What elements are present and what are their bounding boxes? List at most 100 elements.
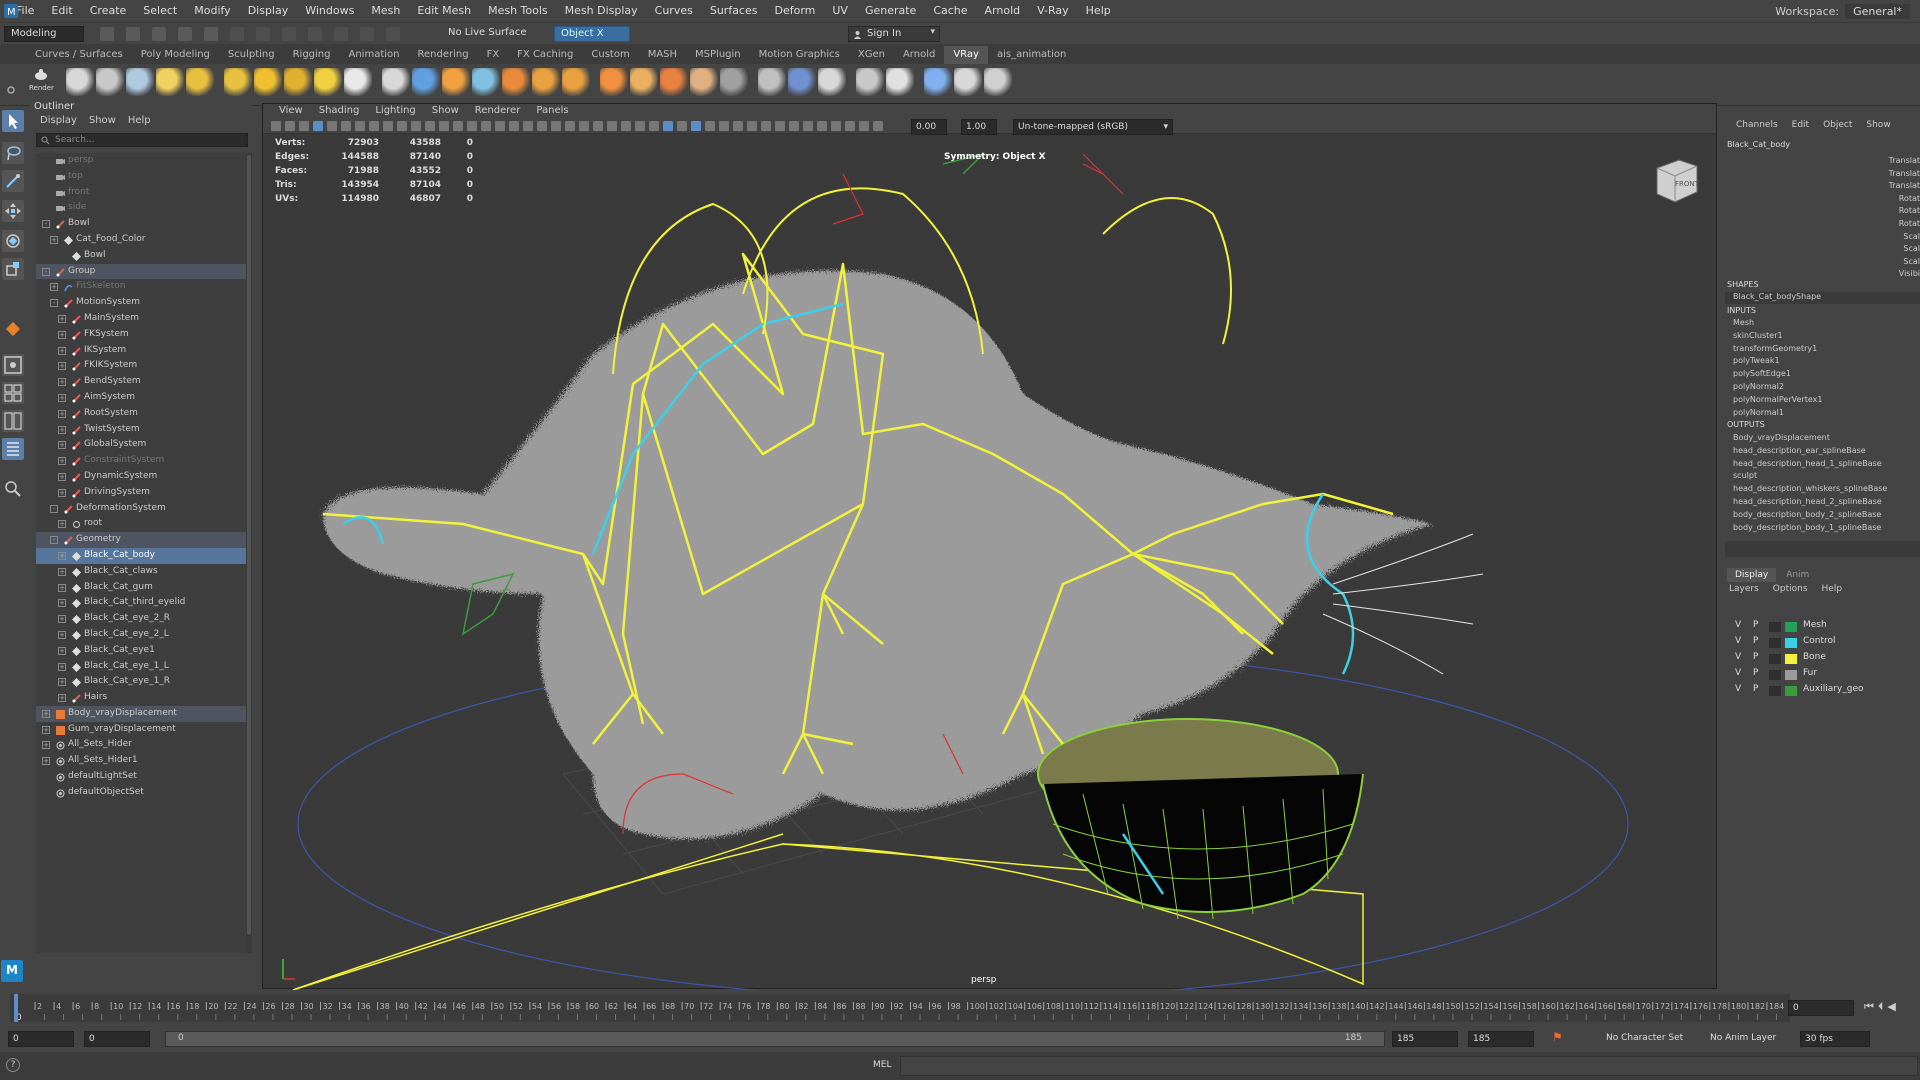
expand-icon[interactable]: + xyxy=(58,646,66,655)
step-back-icon[interactable]: ⏴ xyxy=(1878,1000,1884,1014)
viewport-tool-7-icon[interactable] xyxy=(369,121,379,131)
outliner-row-all-sets-hider1[interactable]: + All_Sets_Hider1 xyxy=(36,753,246,769)
expand-icon[interactable]: + xyxy=(58,362,66,371)
menu-surfaces[interactable]: Surfaces xyxy=(702,0,766,22)
input-node[interactable]: skinCluster1 xyxy=(1733,331,1783,340)
new-scene-icon[interactable] xyxy=(100,27,114,41)
channel-attr-label[interactable]: Scal xyxy=(1903,244,1920,253)
menu-v-ray[interactable]: V-Ray xyxy=(1029,0,1077,22)
output-node[interactable]: head_description_ear_splineBase xyxy=(1733,446,1866,455)
viewport-tool-33-icon[interactable] xyxy=(733,121,743,131)
viewport-tool-43-icon[interactable] xyxy=(873,121,883,131)
outliner-row-globalsystem[interactable]: + GlobalSystem xyxy=(36,437,246,453)
layer-playback-toggle[interactable]: P xyxy=(1753,668,1758,678)
vray-lightmix-icon[interactable] xyxy=(788,68,816,96)
outliner-row-root[interactable]: + root xyxy=(36,516,246,532)
output-node[interactable]: head_description_head_1_splineBase xyxy=(1733,459,1882,468)
outliner-row-hairs[interactable]: + Hairs xyxy=(36,690,246,706)
channel-attr-label[interactable]: Translat xyxy=(1889,156,1920,165)
viewport-menu-show[interactable]: Show xyxy=(424,104,467,118)
expand-icon[interactable]: + xyxy=(58,488,66,497)
viewport-tool-36-icon[interactable] xyxy=(775,121,785,131)
gamma-field[interactable]: 1.00 xyxy=(961,119,997,135)
menu-mesh-tools[interactable]: Mesh Tools xyxy=(480,0,556,22)
menu-help[interactable]: Help xyxy=(1078,0,1119,22)
expand-icon[interactable]: + xyxy=(58,425,66,434)
viewport-tool-17-icon[interactable] xyxy=(509,121,519,131)
layer-menu-help[interactable]: Help xyxy=(1822,584,1843,594)
select-object-icon[interactable] xyxy=(256,27,270,41)
outliner-row-persp[interactable]: persp xyxy=(36,153,246,169)
vray-chaos-icon[interactable] xyxy=(984,68,1012,96)
expand-icon[interactable]: + xyxy=(50,283,58,292)
expand-icon[interactable]: + xyxy=(58,678,66,687)
layer-color-swatch[interactable] xyxy=(1785,686,1797,696)
current-frame-field[interactable]: 0 xyxy=(1788,1000,1854,1016)
shelf-tab-poly-modeling[interactable]: Poly Modeling xyxy=(132,46,219,64)
light-sphere-icon[interactable] xyxy=(224,68,252,96)
viewport-tool-6-icon[interactable] xyxy=(355,121,365,131)
shelf-tab-curves-surfaces[interactable]: Curves / Surfaces xyxy=(26,46,132,64)
viewport-tool-5-icon[interactable] xyxy=(341,121,351,131)
outliner-row-geometry[interactable]: - Geometry xyxy=(36,532,246,548)
vray-scene-icon[interactable] xyxy=(412,68,440,96)
expand-icon[interactable]: + xyxy=(58,393,66,402)
vray-volume-icon[interactable] xyxy=(600,68,628,96)
input-node[interactable]: polyNormal2 xyxy=(1733,382,1784,391)
collapse-icon[interactable]: - xyxy=(50,299,58,308)
outliner-scroll-thumb[interactable] xyxy=(247,155,251,935)
layer-playback-toggle[interactable]: P xyxy=(1753,636,1758,646)
outliner-row-side[interactable]: side xyxy=(36,200,246,216)
viewport-tool-12-icon[interactable] xyxy=(439,121,449,131)
menu-edit-mesh[interactable]: Edit Mesh xyxy=(409,0,479,22)
last-tool-button[interactable] xyxy=(2,318,24,340)
fps-select[interactable]: 30 fps xyxy=(1800,1031,1870,1047)
sign-in-button[interactable]: Sign In ▾ xyxy=(848,26,940,42)
outliner-row-black-cat-eye-1-r[interactable]: + Black_Cat_eye_1_R xyxy=(36,674,246,690)
viewport-tool-19-icon[interactable] xyxy=(537,121,547,131)
input-node[interactable]: polyTweak1 xyxy=(1733,356,1780,365)
viewport-tool-13-icon[interactable] xyxy=(453,121,463,131)
vray-displace-icon[interactable] xyxy=(502,68,530,96)
light-ies-icon[interactable] xyxy=(284,68,312,96)
shelf-tab-rigging[interactable]: Rigging xyxy=(284,46,340,64)
layer-row-control[interactable]: V P Control xyxy=(1725,636,1915,650)
go-to-start-icon[interactable]: ⏮ xyxy=(1864,1000,1874,1014)
layer-color-swatch[interactable] xyxy=(1785,622,1797,632)
viewport-tool-1-icon[interactable] xyxy=(285,121,295,131)
outliner-row-black-cat-eye1[interactable]: + Black_Cat_eye1 xyxy=(36,643,246,659)
output-node[interactable]: body_description_body_1_splineBase xyxy=(1733,523,1881,532)
outliner-search-input[interactable]: Search... xyxy=(36,133,248,147)
vray-proxy-icon[interactable] xyxy=(382,68,410,96)
menu-modify[interactable]: Modify xyxy=(186,0,238,22)
time-slider[interactable]: 0 2 4 6 8 10 12 14 16 18 20 22 24 26 28 30 32 34 36 38 40 42 4… xyxy=(0,990,1920,1026)
shelf-tab-sculpting[interactable]: Sculpting xyxy=(219,46,284,64)
outliner-row-group[interactable]: - Group xyxy=(36,263,246,280)
character-set-select[interactable]: No Character Set xyxy=(1602,1031,1684,1047)
expand-icon[interactable]: + xyxy=(58,314,66,323)
anim-layer-select[interactable]: No Anim Layer xyxy=(1706,1031,1794,1047)
menu-uv[interactable]: UV xyxy=(824,0,856,22)
channel-attr-label[interactable]: Scal xyxy=(1903,257,1920,266)
snap-curve-icon[interactable] xyxy=(334,27,348,41)
outliner-row-black-cat-claws[interactable]: + Black_Cat_claws xyxy=(36,564,246,580)
redo-icon[interactable] xyxy=(204,27,218,41)
shelf-tab-animation[interactable]: Animation xyxy=(340,46,409,64)
tab-display[interactable]: Display xyxy=(1727,568,1777,582)
layer-visibility-toggle[interactable]: V xyxy=(1735,636,1741,646)
channel-attr-label[interactable]: Rotat xyxy=(1899,194,1920,203)
light-sun-icon[interactable] xyxy=(314,68,342,96)
viewport-menu-renderer[interactable]: Renderer xyxy=(467,104,529,118)
channel-menu-edit[interactable]: Edit xyxy=(1785,120,1816,130)
current-time-indicator[interactable] xyxy=(14,994,18,1022)
viewport-tool-39-icon[interactable] xyxy=(817,121,827,131)
layer-color-swatch[interactable] xyxy=(1785,638,1797,648)
outliner-row-constraintsystem[interactable]: + ConstraintSystem xyxy=(36,453,246,469)
outliner-scrollbar[interactable] xyxy=(246,153,252,953)
outliner-row-bowl[interactable]: Bowl xyxy=(36,248,246,264)
vray-stochastic-icon[interactable] xyxy=(660,68,688,96)
viewport-tool-16-icon[interactable] xyxy=(495,121,505,131)
expand-icon[interactable]: + xyxy=(58,567,66,576)
viewport-tool-15-icon[interactable] xyxy=(481,121,491,131)
vray-denoiser-icon[interactable] xyxy=(818,68,846,96)
